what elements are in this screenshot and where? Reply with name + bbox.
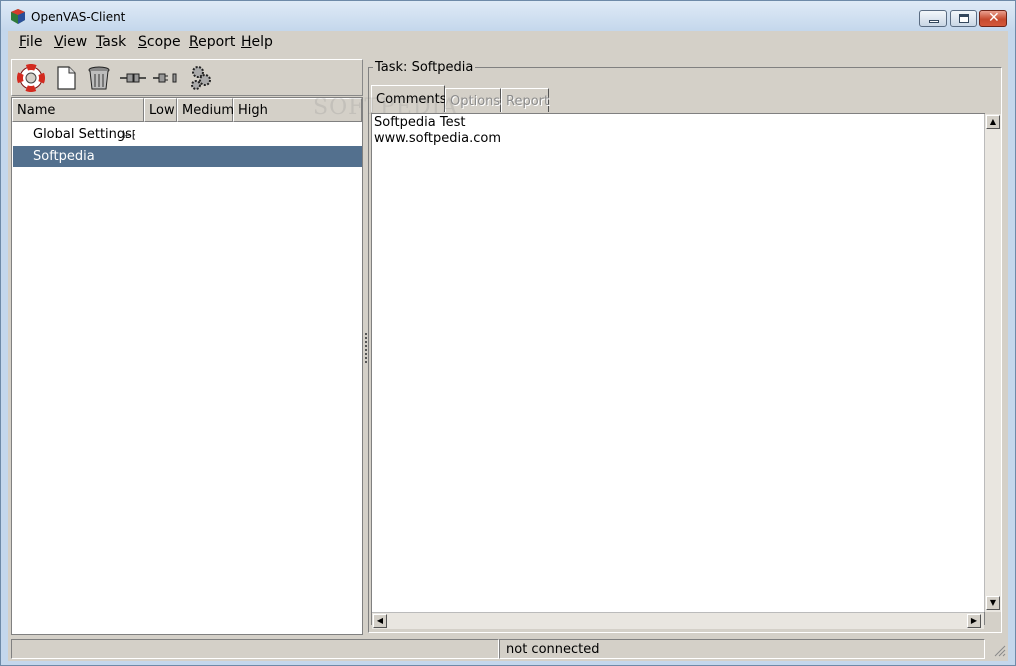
- comment-line: www.softpedia.com: [374, 131, 501, 146]
- resize-grip-icon[interactable]: [992, 643, 1006, 657]
- task-list-pane: Name Low Medium High Global Settings ⫦⁅ …: [11, 59, 363, 635]
- maximize-button[interactable]: [950, 10, 977, 27]
- menu-task[interactable]: Task: [96, 34, 126, 50]
- app-window: OpenVAS-Client ✕ File View Task Scope Re…: [0, 0, 1016, 666]
- menu-help-mnemonic: H: [241, 34, 252, 50]
- tree-row-label: Global Settings: [33, 127, 132, 142]
- menu-task-label: ask: [102, 34, 127, 50]
- maximize-icon: [959, 14, 969, 23]
- close-icon: ✕: [988, 10, 1000, 26]
- menu-file[interactable]: File: [19, 34, 42, 50]
- menu-scope-label: cope: [146, 34, 181, 50]
- menu-bar: File View Task Scope Report Help: [8, 31, 1008, 54]
- toolbar: [11, 59, 363, 96]
- scroll-left-icon[interactable]: ◀: [373, 614, 387, 628]
- scroll-right-icon[interactable]: ▶: [967, 614, 981, 628]
- app-icon: [11, 9, 25, 24]
- column-header-medium[interactable]: Medium: [177, 98, 234, 122]
- tree-row-softpedia[interactable]: Softpedia: [13, 146, 362, 167]
- vertical-scrollbar[interactable]: ▲ ▼: [984, 114, 1001, 612]
- watermark: SOFTPEDIA: [313, 95, 459, 120]
- close-button[interactable]: ✕: [979, 10, 1007, 27]
- column-header-low[interactable]: Low: [144, 98, 177, 122]
- task-detail-pane: Task: Softpedia Comments Options Report …: [368, 59, 1004, 635]
- scan-gears-icon[interactable]: [187, 64, 215, 92]
- new-document-icon[interactable]: [52, 64, 80, 92]
- menu-report-label: eport: [198, 34, 236, 50]
- tree-row-label: Softpedia: [33, 149, 95, 164]
- disconnect-plug-icon[interactable]: [152, 64, 180, 92]
- task-frame: Task: Softpedia Comments Options Report …: [368, 60, 1002, 633]
- menu-view-mnemonic: V: [54, 34, 64, 50]
- task-frame-label: Task: Softpedia: [373, 60, 476, 75]
- minimize-button[interactable]: [919, 10, 947, 27]
- tree-row-global-settings[interactable]: Global Settings ⫦⁅: [13, 124, 362, 145]
- tab-report[interactable]: Report: [501, 88, 549, 112]
- scroll-down-icon[interactable]: ▼: [986, 596, 1000, 610]
- menu-file-label: ile: [26, 34, 43, 50]
- menu-help[interactable]: Help: [241, 34, 273, 50]
- menu-report[interactable]: Report: [189, 34, 235, 50]
- title-bar[interactable]: OpenVAS-Client ✕: [1, 1, 1015, 31]
- minimize-icon: [929, 20, 939, 23]
- window-title: OpenVAS-Client: [31, 10, 126, 24]
- menu-view[interactable]: View: [54, 34, 87, 50]
- horizontal-scrollbar[interactable]: ◀ ▶: [372, 612, 984, 629]
- trash-icon[interactable]: [85, 64, 113, 92]
- connect-plug-icon[interactable]: [119, 64, 147, 92]
- menu-file-mnemonic: F: [19, 34, 27, 50]
- menu-view-label: iew: [63, 34, 88, 50]
- comments-text-area[interactable]: Softpedia Test www.softpedia.com: [371, 113, 985, 625]
- settings-icon: ⫦⁅: [124, 128, 137, 141]
- status-bar: not connected: [8, 639, 1008, 659]
- status-cell-left: [11, 639, 499, 659]
- task-tree[interactable]: Name Low Medium High Global Settings ⫦⁅ …: [11, 97, 363, 635]
- menu-help-label: elp: [251, 34, 273, 50]
- menu-report-mnemonic: R: [189, 34, 199, 50]
- column-header-name[interactable]: Name: [12, 98, 144, 122]
- status-cell-connection: not connected: [499, 639, 985, 659]
- scroll-up-icon[interactable]: ▲: [986, 115, 1000, 129]
- connection-status: not connected: [506, 642, 600, 657]
- menu-scope[interactable]: Scope: [138, 34, 181, 50]
- lifebuoy-icon[interactable]: [17, 64, 45, 92]
- client-area: File View Task Scope Report Help Name Lo…: [8, 31, 1008, 661]
- menu-scope-mnemonic: S: [138, 34, 147, 50]
